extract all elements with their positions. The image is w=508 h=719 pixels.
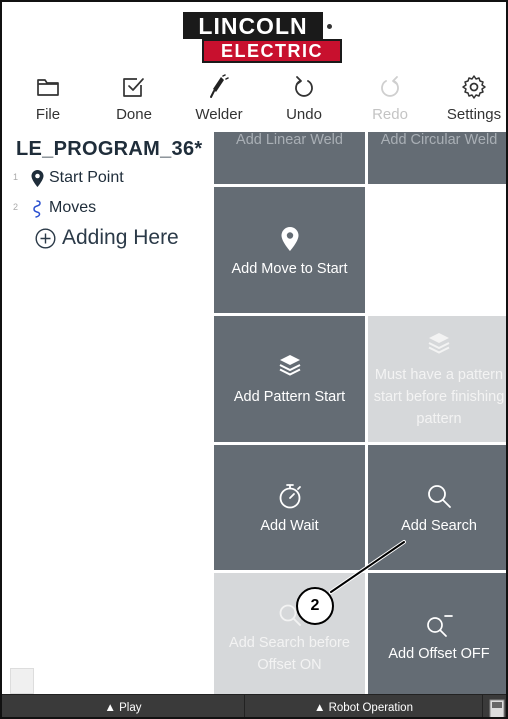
callout-number: 2: [296, 587, 334, 625]
robot-operation-button[interactable]: ▲ Robot Operation: [245, 695, 482, 717]
app-frame: LINCOLN ELECTRIC File Done Welder Undo R…: [0, 0, 508, 719]
pendant-icon[interactable]: [486, 695, 506, 717]
bottom-bar-divider: [482, 695, 483, 717]
callout-leader-line: [329, 540, 406, 594]
play-button[interactable]: ▲ Play: [2, 695, 244, 717]
bottom-bar: ▲ Play ▲ Robot Operation: [2, 694, 506, 717]
